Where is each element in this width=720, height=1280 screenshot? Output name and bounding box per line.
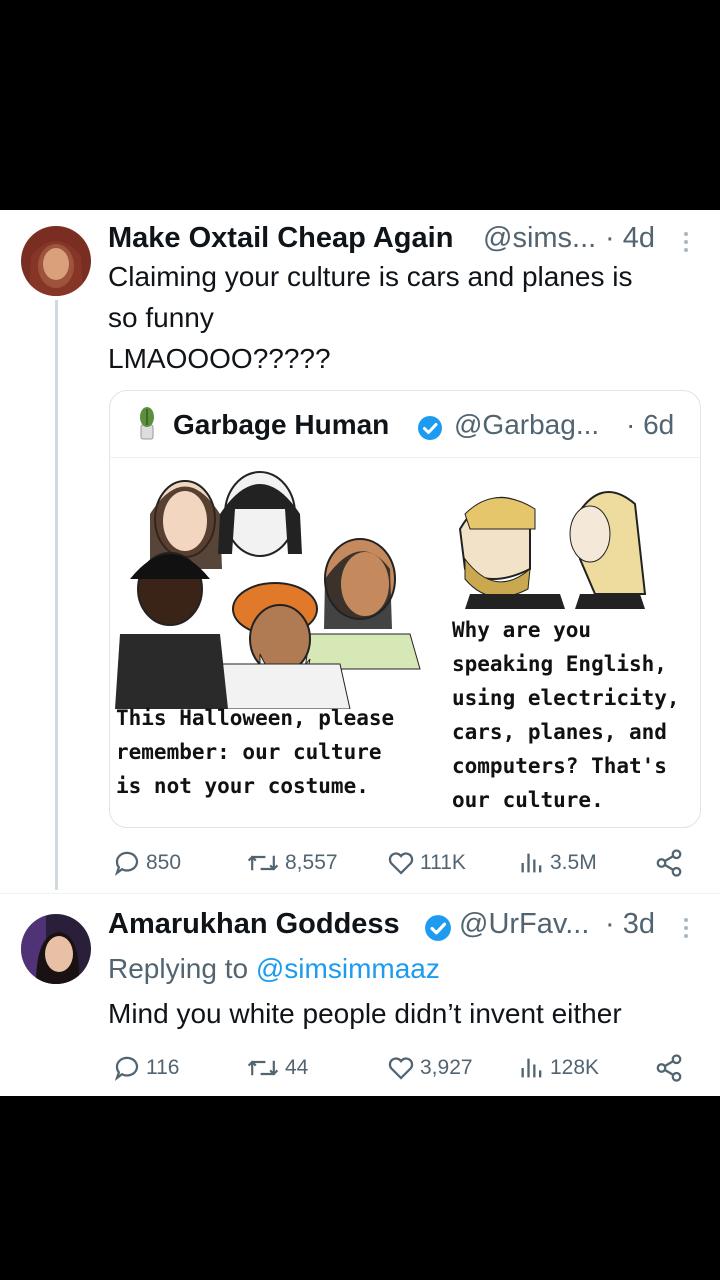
- meme-line: speaking English,: [452, 652, 667, 676]
- handle[interactable]: @sims...: [483, 222, 596, 255]
- meme-line: This Halloween, please: [116, 706, 395, 730]
- quoted-tweet[interactable]: Garbage Human @Garbag... · 6d This Hallo…: [109, 390, 701, 828]
- like-count: 3,927: [420, 1056, 473, 1079]
- meme-image[interactable]: This Halloween, please remember: our cul…: [110, 459, 700, 825]
- reply-button[interactable]: 850: [112, 848, 181, 878]
- more-options-icon[interactable]: [684, 232, 688, 256]
- handle[interactable]: @UrFav...: [459, 908, 589, 941]
- repost-count: 8,557: [285, 851, 338, 874]
- tweet-text-line: LMAOOOO?????: [108, 343, 331, 374]
- more-options-icon[interactable]: [684, 918, 688, 942]
- reply-icon: [114, 1056, 139, 1082]
- meme-line: our culture.: [452, 788, 604, 812]
- repost-icon: [247, 855, 279, 871]
- quote-display-name: Garbage Human: [173, 409, 390, 440]
- like-count: 111K: [420, 851, 466, 874]
- avatar[interactable]: [21, 226, 91, 296]
- tweet-text-line: so funny: [108, 302, 214, 333]
- share-icon: [656, 849, 682, 877]
- quote-avatar-icon: [134, 405, 160, 441]
- replying-prefix: Replying to: [108, 953, 249, 984]
- views-button[interactable]: 128K: [518, 1053, 599, 1083]
- meme-caption-right: Why are you speaking English, using elec…: [452, 613, 680, 817]
- quote-handle: @Garbag...: [454, 409, 600, 440]
- display-name[interactable]: Amarukhan Goddess: [108, 908, 400, 941]
- reply-count: 850: [146, 851, 182, 874]
- divider: [0, 893, 720, 894]
- repost-button[interactable]: 44: [245, 1053, 308, 1083]
- like-button[interactable]: 111K: [386, 848, 466, 878]
- verified-badge-icon: [424, 914, 452, 947]
- share-button[interactable]: [654, 848, 684, 878]
- timestamp[interactable]: · 3d: [605, 908, 655, 941]
- meme-line: using electricity,: [452, 686, 680, 710]
- share-button[interactable]: [654, 1053, 684, 1083]
- reply-count: 116: [146, 1056, 180, 1079]
- share-icon: [656, 1054, 682, 1082]
- reply-button[interactable]: 116: [112, 1053, 179, 1083]
- replying-to: Replying to @simsimmaaz: [108, 948, 440, 989]
- tweet-text: Mind you white people didn’t invent eith…: [108, 998, 622, 1029]
- replying-handle-link[interactable]: @simsimmaaz: [256, 953, 440, 984]
- verified-badge-icon: [417, 415, 443, 446]
- meme-caption-left: This Halloween, please remember: our cul…: [116, 701, 394, 803]
- tweet-text-line: Claiming your culture is cars and planes…: [108, 261, 633, 292]
- meme-line: remember: our culture: [116, 740, 382, 764]
- repost-count: 44: [285, 1056, 309, 1079]
- views-count: 128K: [550, 1056, 600, 1079]
- meme-line: cars, planes, and: [452, 720, 667, 744]
- meme-line: Why are you: [452, 618, 592, 642]
- meme-line: computers? That's: [452, 754, 667, 778]
- heart-icon: [388, 1057, 414, 1080]
- thread-line: [55, 300, 58, 890]
- display-name[interactable]: Make Oxtail Cheap Again: [108, 222, 453, 255]
- repost-button[interactable]: 8,557: [245, 848, 338, 878]
- like-button[interactable]: 3,927: [386, 1053, 473, 1083]
- heart-icon: [388, 852, 414, 875]
- reply-icon: [114, 851, 139, 877]
- views-icon: [521, 1058, 542, 1078]
- repost-icon: [247, 1060, 279, 1076]
- timestamp[interactable]: · 4d: [605, 222, 655, 255]
- avatar[interactable]: [21, 914, 91, 984]
- views-count: 3.5M: [550, 851, 597, 874]
- views-button[interactable]: 3.5M: [518, 848, 597, 878]
- divider: [110, 457, 700, 458]
- meme-line: is not your costume.: [116, 774, 369, 798]
- views-icon: [521, 853, 542, 873]
- quote-timestamp: · 6d: [626, 409, 675, 440]
